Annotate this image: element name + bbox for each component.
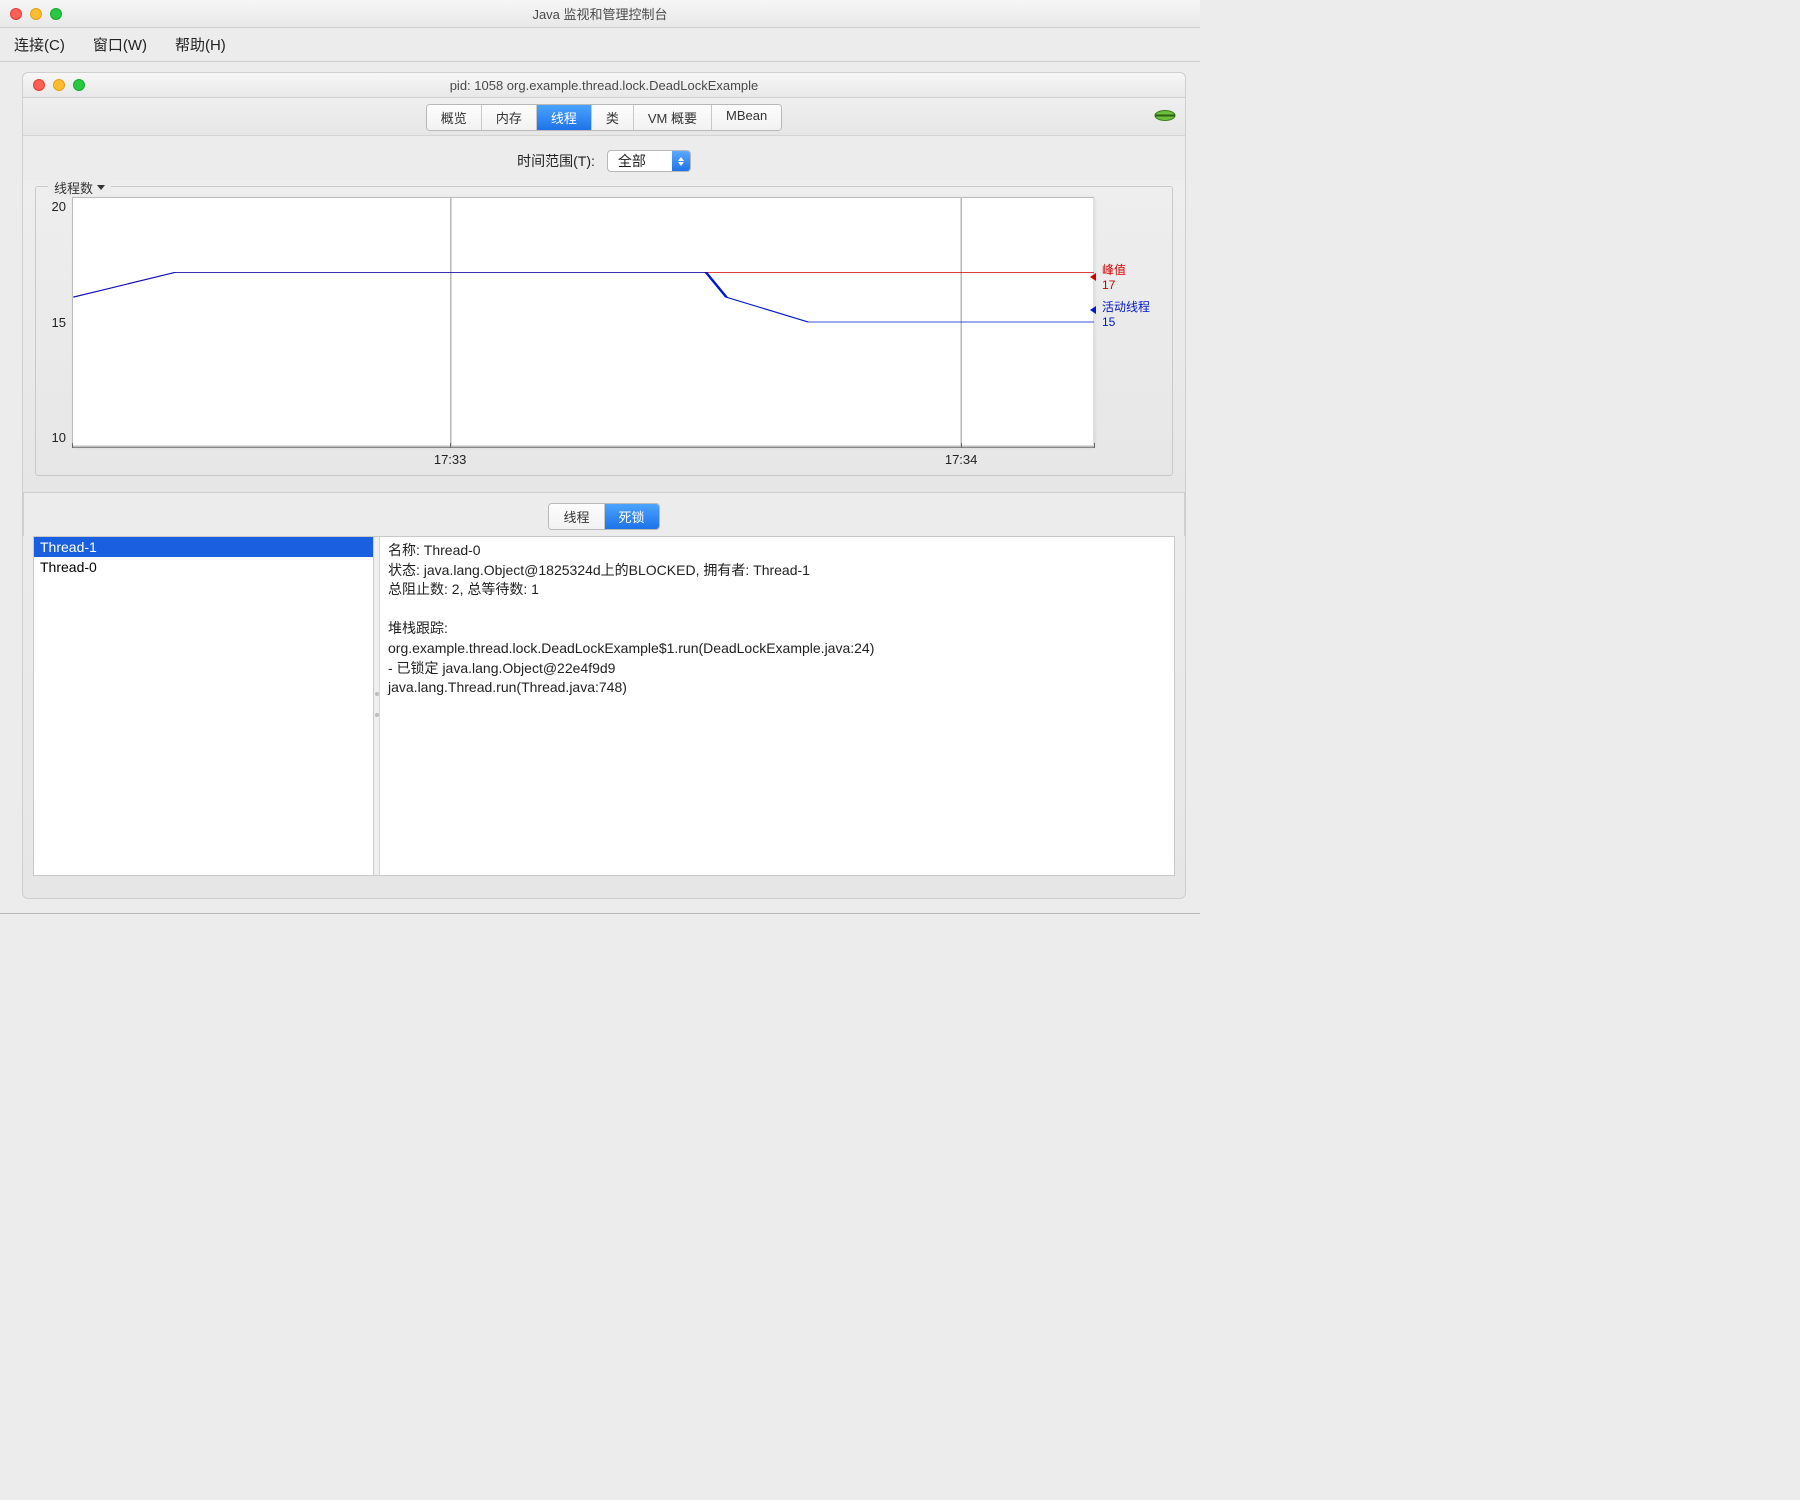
menu-help[interactable]: 帮助(H) [175,34,226,55]
tab-overview[interactable]: 概览 [427,105,482,130]
zoom-icon[interactable] [50,8,62,20]
chart-y-axis: 20 15 10 [44,197,72,467]
list-item[interactable]: Thread-0 [34,557,373,577]
thread-chart-panel: 线程数 20 15 10 [35,186,1173,476]
process-title: pid: 1058 org.example.thread.lock.DeadLo… [23,78,1185,93]
dropdown-arrows-icon [672,151,690,171]
zoom-icon[interactable] [73,79,85,91]
minimize-icon[interactable] [53,79,65,91]
legend-live: 活动线程 15 [1102,298,1164,329]
chart-x-axis: 17:33 17:34 [72,447,1094,467]
tab-memory[interactable]: 内存 [482,105,537,130]
close-icon[interactable] [10,8,22,20]
thread-count-chart [72,197,1094,447]
chevron-down-icon [97,185,105,190]
chart-legend: 峰值 17 活动线程 15 [1094,197,1164,467]
thread-detail: 名称: Thread-0 状态: java.lang.Object@182532… [380,537,1174,875]
splitter-handle[interactable] [374,537,380,875]
time-range-label: 时间范围(T): [517,151,595,171]
list-item[interactable]: Thread-1 [34,537,373,557]
tab-vm-summary[interactable]: VM 概要 [634,105,712,130]
time-range-value: 全部 [608,151,672,171]
tab-mbean[interactable]: MBean [712,105,781,130]
subtab-threads[interactable]: 线程 [549,504,604,529]
tab-classes[interactable]: 类 [592,105,634,130]
main-tabs-row: 概览 内存 线程 类 VM 概要 MBean [22,98,1186,136]
menu-window[interactable]: 窗口(W) [93,34,147,55]
tab-threads[interactable]: 线程 [537,105,592,130]
process-titlebar: pid: 1058 org.example.thread.lock.DeadLo… [22,72,1186,98]
sub-tabs-row: 线程 死锁 [23,493,1185,536]
menu-connect[interactable]: 连接(C) [14,34,65,55]
legend-peak: 峰值 17 [1102,261,1164,292]
chart-title-dropdown[interactable]: 线程数 [48,178,111,197]
subtab-deadlock[interactable]: 死锁 [605,504,659,529]
menubar: 连接(C) 窗口(W) 帮助(H) [0,28,1200,62]
app-title: Java 监视和管理控制台 [0,4,1200,23]
thread-list[interactable]: Thread-1 Thread-0 [34,537,374,875]
close-icon[interactable] [33,79,45,91]
time-range-select[interactable]: 全部 [607,150,691,172]
connection-status-icon [1153,106,1177,127]
minimize-icon[interactable] [30,8,42,20]
app-titlebar: Java 监视和管理控制台 [0,0,1200,28]
time-range-row: 时间范围(T): 全部 [22,136,1186,180]
deadlock-panel: Thread-1 Thread-0 名称: Thread-0 状态: java.… [33,536,1175,876]
